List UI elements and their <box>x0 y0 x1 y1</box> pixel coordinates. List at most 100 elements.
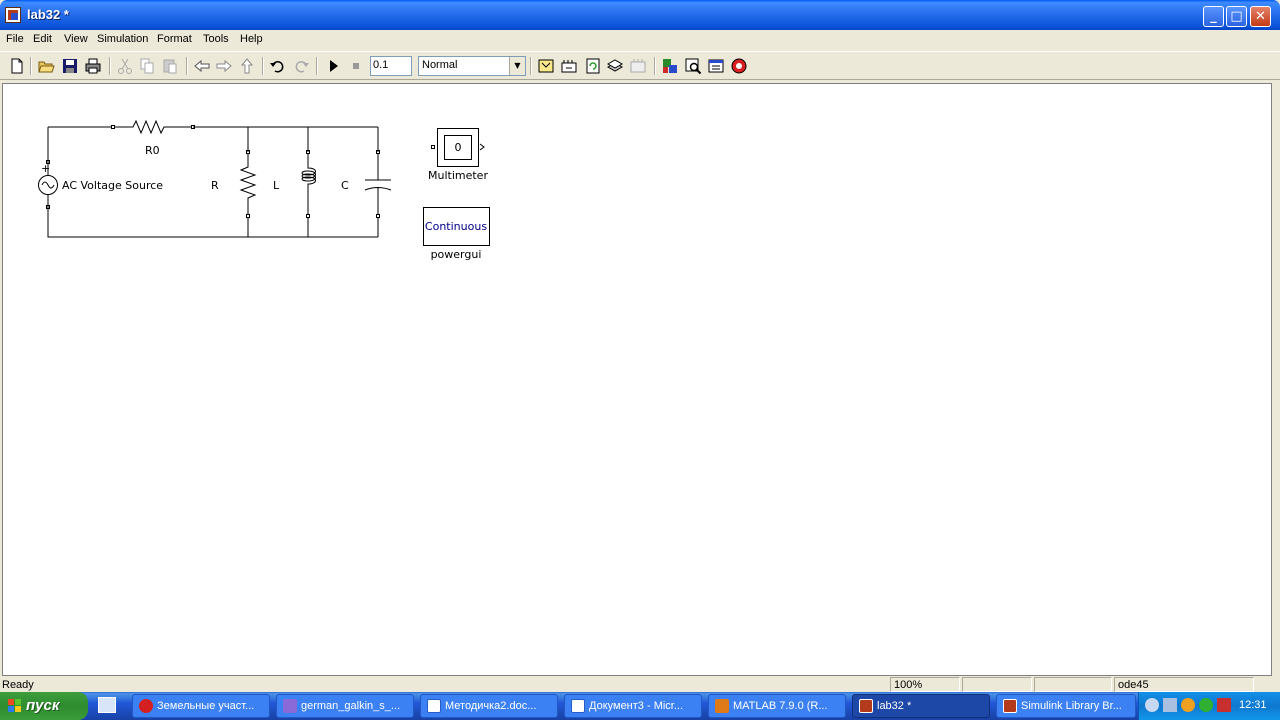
stop-time-input[interactable]: 0.1 <box>370 56 412 76</box>
task-simulink-library[interactable]: Simulink Library Br... <box>996 694 1136 718</box>
r0-label: R0 <box>145 144 160 157</box>
menu-format[interactable]: Format <box>157 33 192 45</box>
opera-icon <box>139 699 153 713</box>
task-german-galkin[interactable]: german_galkin_s_... <box>276 694 414 718</box>
menu-view[interactable]: View <box>64 33 88 45</box>
window-title: lab32 * <box>27 7 69 22</box>
find-icon[interactable] <box>684 57 702 75</box>
model-canvas[interactable]: + AC Voltage Source R0 R L C 0 Multimete… <box>2 83 1272 676</box>
word-document-icon <box>427 699 441 713</box>
chevron-down-icon[interactable]: ▼ <box>509 57 525 75</box>
library-browser-icon[interactable] <box>606 57 624 75</box>
build-icon[interactable] <box>537 57 555 75</box>
copy-icon[interactable] <box>138 57 156 75</box>
status-cell-empty <box>1034 677 1112 692</box>
undo-icon[interactable] <box>269 57 287 75</box>
tray-app-icon[interactable] <box>1181 698 1195 712</box>
language-flag-icon[interactable] <box>1217 698 1231 712</box>
r-label: R <box>211 179 219 192</box>
menu-bar: File Edit View Simulation Format Tools H… <box>0 30 1280 50</box>
c-label: C <box>341 179 349 192</box>
solver-name: ode45 <box>1114 677 1254 692</box>
simulation-mode-select[interactable]: Normal ▼ <box>418 56 526 76</box>
menu-file[interactable]: File <box>6 33 24 45</box>
forward-icon[interactable] <box>215 57 233 75</box>
matlab-icon <box>715 699 729 713</box>
stop-simulation-icon[interactable] <box>347 57 365 75</box>
lock-icon[interactable] <box>730 57 748 75</box>
toolbar-separator <box>530 57 532 75</box>
task-metodichka[interactable]: Методичка2.doc... <box>420 694 558 718</box>
task-label: lab32 * <box>877 700 912 712</box>
task-lab32[interactable]: lab32 * <box>852 694 990 718</box>
update-diagram-icon[interactable] <box>560 57 578 75</box>
tray-app-icon[interactable] <box>1199 698 1213 712</box>
document-viewer-icon <box>283 699 297 713</box>
r-resistor-block[interactable] <box>239 150 257 218</box>
ac-voltage-source-label: AC Voltage Source <box>62 179 163 192</box>
simulink-icon <box>1003 699 1017 713</box>
multimeter-label: Multimeter <box>428 169 488 182</box>
c-capacitor-block[interactable] <box>364 150 392 218</box>
task-dokument3[interactable]: Документ3 - Micr... <box>564 694 702 718</box>
menu-tools[interactable]: Tools <box>203 33 229 45</box>
zoom-level: 100% <box>890 677 960 692</box>
task-label: MATLAB 7.9.0 (R... <box>733 700 828 712</box>
show-desktop-icon[interactable] <box>98 697 116 713</box>
refresh-icon[interactable] <box>584 57 602 75</box>
ac-voltage-source-block[interactable]: + <box>38 160 58 209</box>
simulink-icon <box>859 699 873 713</box>
maximize-button[interactable]: □ <box>1226 6 1247 27</box>
word-document-icon <box>571 699 585 713</box>
print-icon[interactable] <box>84 57 102 75</box>
model-advisor-icon[interactable] <box>707 57 725 75</box>
open-icon[interactable] <box>37 57 55 75</box>
menu-simulation[interactable]: Simulation <box>97 33 148 45</box>
debugger-icon[interactable] <box>661 57 679 75</box>
task-label: Simulink Library Br... <box>1021 700 1122 712</box>
l-inductor-block[interactable] <box>301 150 316 218</box>
minimize-button[interactable]: _ <box>1203 6 1224 27</box>
simulink-window: lab32 * _ □ ✕ File Edit View Simulation … <box>0 0 1280 692</box>
task-label: Земельные участ... <box>157 700 255 712</box>
status-bar: Ready 100% ode45 <box>0 677 1280 692</box>
task-matlab[interactable]: MATLAB 7.9.0 (R... <box>708 694 846 718</box>
clock[interactable]: 12:31 <box>1239 699 1267 711</box>
task-zemelnye[interactable]: Земельные участ... <box>132 694 270 718</box>
tray-expand-icon[interactable] <box>1145 698 1159 712</box>
save-icon[interactable] <box>61 57 79 75</box>
system-tray: 12:31 <box>1138 692 1280 720</box>
title-bar[interactable]: lab32 * _ □ ✕ <box>0 0 1280 30</box>
new-model-icon[interactable] <box>8 57 26 75</box>
taskbar: пуск Земельные участ... german_galkin_s_… <box>0 692 1280 720</box>
toolbar-separator <box>30 57 32 75</box>
network-signal-icon[interactable] <box>1163 698 1177 712</box>
close-button[interactable]: ✕ <box>1250 6 1271 27</box>
menu-edit[interactable]: Edit <box>33 33 52 45</box>
simulink-app-icon[interactable] <box>5 7 21 23</box>
task-label: german_galkin_s_... <box>301 700 401 712</box>
vertical-scrollbar[interactable] <box>1274 83 1280 676</box>
wire[interactable] <box>47 207 378 238</box>
menu-help[interactable]: Help <box>240 33 263 45</box>
toolbar-separator <box>109 57 111 75</box>
start-button[interactable]: пуск <box>0 692 88 720</box>
multimeter-display: 0 <box>455 141 462 154</box>
start-simulation-icon[interactable] <box>324 57 342 75</box>
task-label: Документ3 - Micr... <box>589 700 684 712</box>
toolbar-separator <box>186 57 188 75</box>
back-icon[interactable] <box>193 57 211 75</box>
up-icon[interactable] <box>238 57 256 75</box>
model-explorer-icon[interactable] <box>629 57 647 75</box>
windows-logo-icon <box>8 699 21 712</box>
toolbar-separator <box>316 57 318 75</box>
redo-icon[interactable] <box>292 57 310 75</box>
powergui-mode-text: Continuous <box>425 220 487 233</box>
simulation-mode-value: Normal <box>422 59 458 71</box>
cut-icon[interactable] <box>116 57 134 75</box>
toolbar-separator <box>654 57 656 75</box>
paste-icon[interactable] <box>161 57 179 75</box>
r0-resistor-block[interactable] <box>111 119 195 135</box>
start-label: пуск <box>26 697 60 714</box>
status-text: Ready <box>2 679 34 691</box>
